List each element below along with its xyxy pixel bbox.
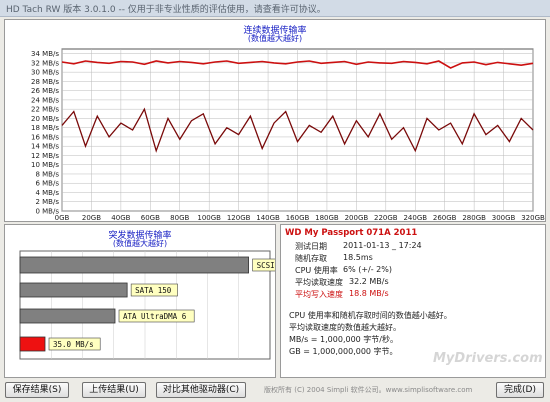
x-tick-label: 140GB (256, 214, 280, 221)
x-tick-label: 20GB (82, 214, 101, 221)
x-tick-label: 160GB (286, 214, 310, 221)
note-mbs-definition: MB/s = 1,000,000 字节/秒。 (289, 335, 398, 344)
y-tick-label: 2 MB/s (35, 198, 59, 206)
x-tick-label: 200GB (345, 214, 369, 221)
window-title: HD Tach RW 版本 3.0.1.0 -- 仅用于非专业性质的评估使用，请… (6, 5, 326, 15)
results-panel: WD My Passport 071A 2011 测试日期 2011-01-13… (280, 224, 546, 378)
sequential-chart: 0 MB/s2 MB/s4 MB/s6 MB/s8 MB/s10 MB/s12 … (31, 48, 545, 221)
sequential-chart-panel: 连续数据传输率 (数值越大越好) 0 MB/s 2 MB/s 4 MB/s 6 MB/… (4, 19, 546, 222)
x-tick-label: 220GB (374, 214, 398, 221)
avg-read-value: 32.2 MB/s (349, 277, 389, 286)
avg-write-label: 平均写入速度 (295, 290, 343, 299)
burst-bar (19, 256, 249, 274)
title-bar: HD Tach RW 版本 3.0.1.0 -- 仅用于非专业性质的评估使用，请… (0, 0, 550, 17)
random-access-label: 随机存取 (295, 254, 327, 263)
watermark-logo: MyDrivers.com (433, 329, 543, 369)
y-tick-label: 24 MB/s (31, 96, 59, 104)
y-tick-label: 14 MB/s (31, 143, 59, 151)
watermark-text: MyDrivers.com (433, 351, 543, 366)
x-tick-label: 240GB (403, 214, 427, 221)
test-date-label: 测试日期 (295, 242, 327, 251)
x-tick-label: 120GB (227, 214, 251, 221)
y-tick-label: 18 MB/s (31, 124, 59, 132)
copyright-text: 版权所有 (C) 2004 Simpli 软件公司。www.simplisoft… (264, 386, 473, 394)
burst-chart: SCSI Ultra320 SATA 150 ATA UltraDMA 6 35.0 … (19, 250, 275, 360)
x-tick-label: 260GB (433, 214, 457, 221)
y-tick-label: 26 MB/s (31, 87, 59, 95)
x-tick-label: 280GB (462, 214, 486, 221)
y-tick-label: 8 MB/s (35, 170, 59, 178)
cpu-usage-label: CPU 使用率 (295, 266, 338, 275)
random-access-value: 18.5ms (343, 253, 373, 262)
burst-bar (19, 336, 46, 352)
test-date-value: 2011-01-13 _ 17:24 (343, 241, 422, 250)
cpu-usage-value: 6% (+/- 2%) (343, 265, 392, 274)
note-gb-definition: GB = 1,000,000,000 字节。 (289, 347, 398, 356)
y-tick-label: 32 MB/s (31, 59, 59, 67)
burst-bar-label: ATA UltraDMA 6 (123, 312, 187, 321)
y-tick-label: 4 MB/s (35, 189, 59, 197)
x-tick-label: 320GB (521, 214, 545, 221)
avg-write-value: 18.8 MB/s (349, 289, 389, 298)
app-window: HD Tach RW 版本 3.0.1.0 -- 仅用于非专业性质的评估使用，请… (0, 0, 550, 402)
burst-bar (19, 308, 116, 324)
y-tick-label: 28 MB/s (31, 78, 59, 86)
y-tick-label: 12 MB/s (31, 152, 59, 160)
compare-drives-button[interactable]: 对比其他驱动器(C) (156, 382, 246, 398)
note-cpu-random: CPU 使用率和随机存取时间的数值越小越好。 (289, 311, 452, 320)
burst-bar (19, 282, 128, 298)
save-results-button[interactable]: 保存结果(S) (5, 382, 69, 398)
x-tick-label: 0GB (55, 214, 70, 221)
y-tick-label: 10 MB/s (31, 161, 59, 169)
burst-bar-label: SCSI Ultra320 (257, 261, 275, 270)
burst-bar-label: SATA 150 (135, 286, 172, 295)
drive-name: WD My Passport 071A 2011 (285, 228, 418, 238)
note-read-speed: 平均读取速度的数值越大越好。 (289, 323, 401, 332)
x-tick-label: 80GB (170, 214, 189, 221)
y-tick-label: 30 MB/s (31, 69, 59, 77)
y-tick-label: 16 MB/s (31, 133, 59, 141)
burst-bar-label: 35.0 MB/s (53, 340, 94, 349)
y-tick-label: 34 MB/s (31, 50, 59, 58)
y-tick-label: 22 MB/s (31, 106, 59, 114)
upload-results-button[interactable]: 上传结果(U) (82, 382, 146, 398)
y-tick-label: 20 MB/s (31, 115, 59, 123)
burst-chart-panel: 突发数据传输率 (数值越大越好) SCSI Ultra320SATA 150AT… (4, 224, 276, 378)
done-button[interactable]: 完成(D) (496, 382, 544, 398)
x-tick-label: 40GB (111, 214, 130, 221)
x-tick-label: 180GB (315, 214, 339, 221)
x-tick-label: 300GB (492, 214, 516, 221)
x-tick-label: 60GB (141, 214, 160, 221)
y-tick-label: 6 MB/s (35, 180, 59, 188)
x-tick-label: 100GB (197, 214, 221, 221)
avg-read-label: 平均读取速度 (295, 278, 343, 287)
